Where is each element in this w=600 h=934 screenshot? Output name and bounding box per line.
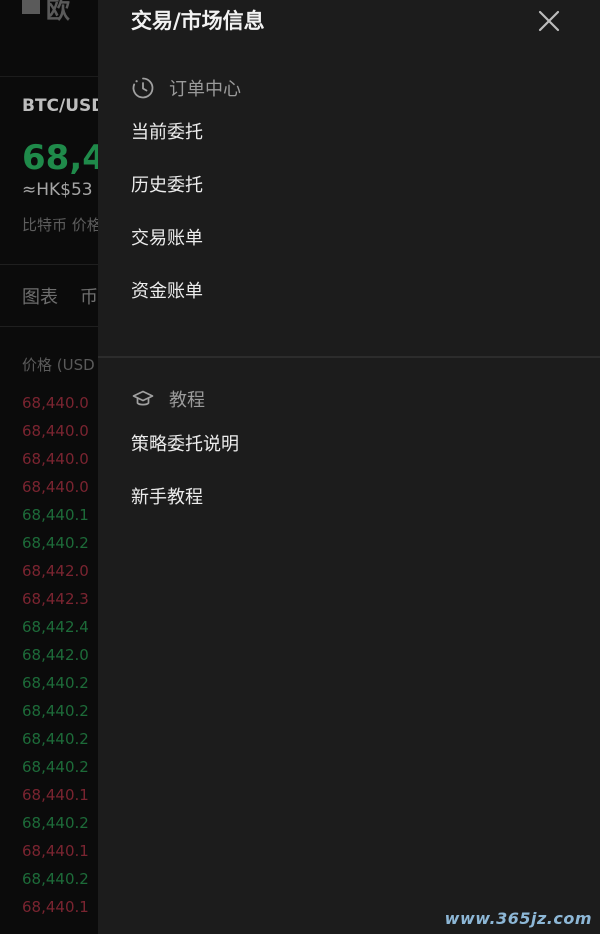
graduation-cap-icon	[132, 390, 154, 406]
hkd-price: ≈HK$53	[22, 180, 93, 200]
section-divider	[98, 356, 600, 358]
price-row: 68,440.0	[22, 422, 89, 440]
menu-item-strategy-order-guide[interactable]: 策略委托说明	[131, 432, 239, 458]
tab-chart[interactable]: 图表	[22, 283, 58, 309]
price-row: 68,440.2	[22, 534, 89, 552]
price-row: 68,440.0	[22, 394, 89, 412]
menu-item-beginner-tutorial[interactable]: 新手教程	[131, 485, 203, 511]
coin-subtitle: 比特币 价格	[22, 216, 102, 234]
price-row: 68,440.2	[22, 758, 89, 776]
section-label-order-center: 订单中心	[169, 79, 241, 100]
price-row: 68,440.1	[22, 786, 89, 804]
background-tabs: 图表 币	[22, 283, 98, 309]
price-row: 68,442.4	[22, 618, 89, 636]
price-row: 68,440.2	[22, 870, 89, 888]
price-row: 68,440.0	[22, 450, 89, 468]
section-order-center: 订单中心	[131, 75, 241, 101]
drawer-title: 交易/市场信息	[131, 9, 265, 33]
section-tutorials: 教程	[131, 386, 205, 412]
price-row: 68,440.2	[22, 814, 89, 832]
watermark: www.365jz.com	[444, 909, 592, 928]
trade-price-list: 68,440.0 68,440.0 68,440.0 68,440.0 68,440.1…	[22, 393, 89, 925]
price-row: 68,442.0	[22, 646, 89, 664]
screen: 欧 BTC/USD 68,44 ≈HK$53 比特币 价格 图表 币 价格 (U…	[0, 0, 600, 934]
price-row: 68,442.0	[22, 562, 89, 580]
order-clock-icon	[132, 77, 154, 99]
menu-item-fund-bills[interactable]: 资金账单	[131, 279, 203, 305]
trading-pair: BTC/USD	[22, 96, 106, 116]
price-row: 68,440.1	[22, 506, 89, 524]
logo-mark-icon	[22, 0, 40, 14]
price-row: 68,440.1	[22, 842, 89, 860]
section-label-tutorials: 教程	[169, 390, 205, 411]
app-logo: 欧	[22, 0, 82, 22]
price-row: 68,442.3	[22, 590, 89, 608]
price-row: 68,440.2	[22, 730, 89, 748]
price-row: 68,440.2	[22, 702, 89, 720]
close-icon	[538, 10, 560, 32]
tab-coin[interactable]: 币	[80, 283, 98, 309]
menu-item-trade-bills[interactable]: 交易账单	[131, 226, 203, 252]
price-row: 68,440.2	[22, 674, 89, 692]
close-button[interactable]	[536, 8, 562, 34]
menu-item-order-history[interactable]: 历史委托	[131, 173, 203, 199]
menu-item-current-orders[interactable]: 当前委托	[131, 120, 203, 146]
price-row: 68,440.0	[22, 478, 89, 496]
side-drawer: 交易/市场信息 订单中心 当前委托 历史委托 交易账单 资金账单 教程 策略委托…	[98, 0, 600, 934]
price-column-header: 价格 (USD	[22, 356, 95, 374]
price-row: 68,440.1	[22, 898, 89, 916]
logo-text: 欧	[46, 0, 70, 24]
